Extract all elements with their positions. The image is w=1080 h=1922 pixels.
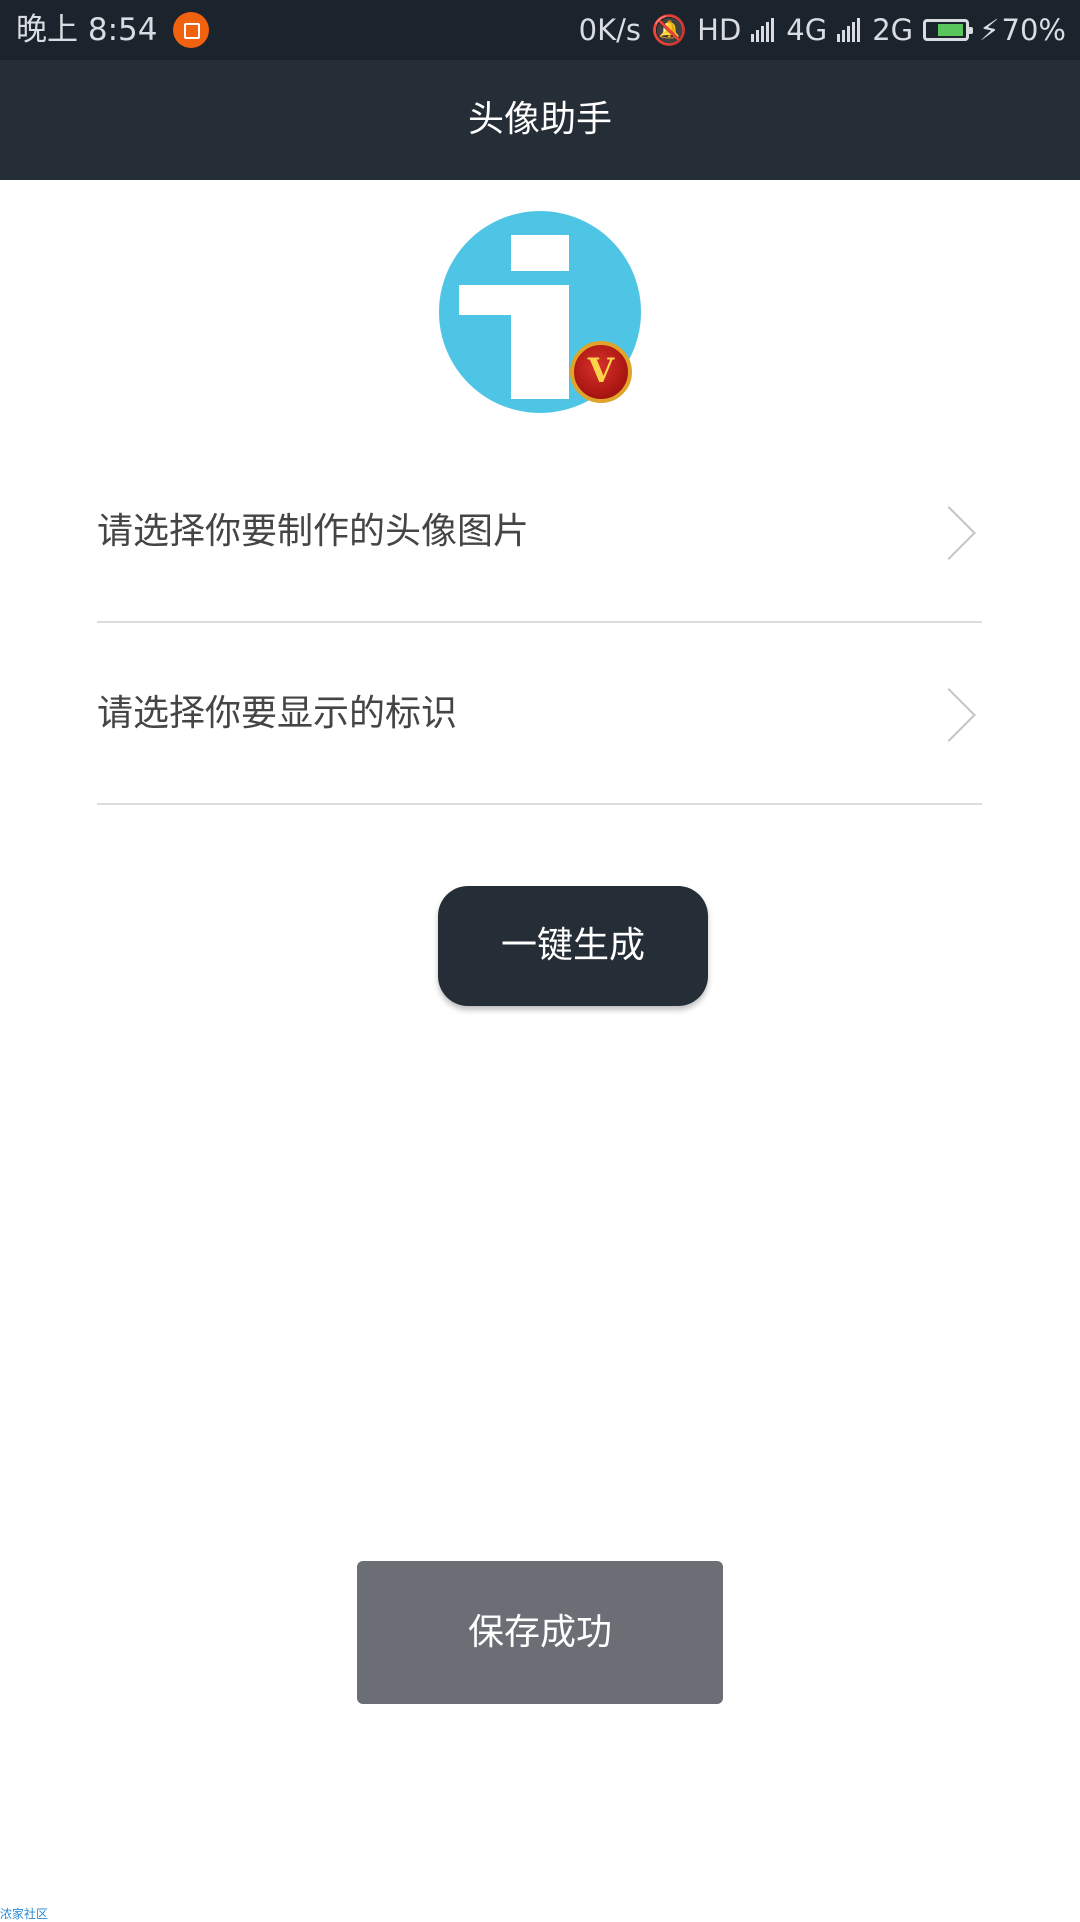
save-success-toast: 保存成功 [357,1561,723,1704]
v-badge-icon: V [570,341,632,403]
network-speed: 0K/s [578,13,642,47]
battery-percent: 70% [1001,13,1066,47]
hd-indicator: HD [697,13,742,47]
select-badge-row[interactable]: 请选择你要显示的标识 [97,624,982,805]
bell-muted-icon: 🔕 [651,13,688,47]
app-header: 头像助手 [0,60,1080,180]
chevron-right-icon [922,688,976,742]
status-left: 晚上 8:54 [16,0,210,60]
page-title: 头像助手 [467,99,612,140]
select-avatar-image-label: 请选择你要制作的头像图片 [97,511,530,552]
charging-icon: ⚡ [979,13,1000,47]
signal-icon [751,18,776,42]
battery-icon [923,19,974,41]
generate-button[interactable]: 一键生成 [438,886,708,1006]
select-badge-label: 请选择你要显示的标识 [97,693,458,734]
select-avatar-image-row[interactable]: 请选择你要制作的头像图片 [97,442,982,623]
battery-fill [938,24,964,36]
avatar-glyph-dot [511,235,569,271]
status-bar: 晚上 8:54 0K/s 🔕 HD 4G 2G ⚡ 70% [0,0,1080,60]
status-right: 0K/s 🔕 HD 4G 2G ⚡ 70% [569,0,1066,60]
status-time: 晚上 8:54 [16,12,158,48]
signal-icon [837,18,862,42]
avatar-glyph-stem [511,285,569,399]
watermark: 浓家社区 [0,1907,49,1921]
network-4g: 4G [786,13,828,47]
chevron-right-icon [922,506,976,560]
notification-app-icon [173,12,210,48]
network-2g: 2G [872,13,914,47]
